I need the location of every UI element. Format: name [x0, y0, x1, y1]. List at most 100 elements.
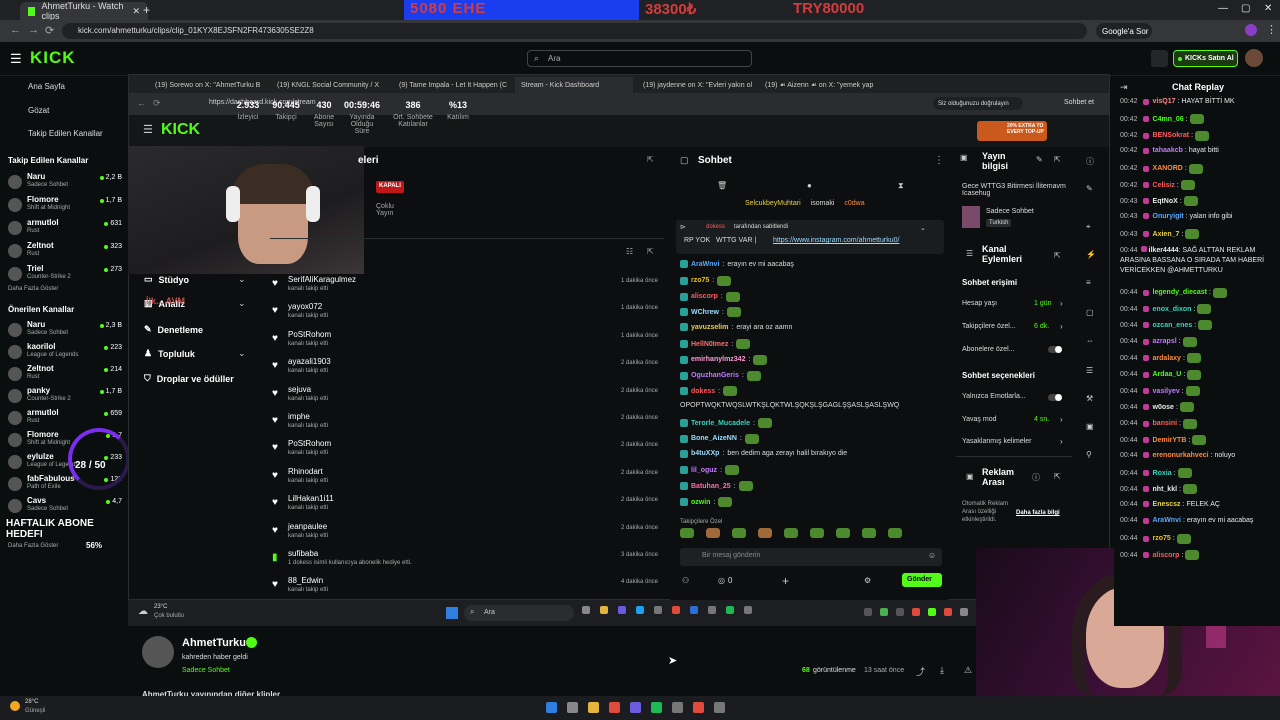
emote-icon[interactable] [888, 528, 902, 538]
chevron-right-icon[interactable]: › [1060, 322, 1063, 331]
collapse-icon[interactable]: ⇥ [1120, 82, 1128, 93]
outer-tab-active[interactable]: AhmetTurku - Watch clips ✕ [20, 1, 148, 21]
bolt-icon[interactable]: ⚡ [1086, 250, 1096, 259]
activity-user[interactable]: Rhinodart [288, 467, 323, 476]
slow-mode-value[interactable]: 4 sn. [1034, 416, 1049, 423]
google-ask-button[interactable]: Google'a Sor [1096, 23, 1152, 39]
replay-username[interactable]: bansini [1153, 420, 1178, 427]
promo-banner[interactable]: 20% EXTRA TO EVERY TOP-UP [977, 121, 1047, 141]
channel-row[interactable]: Naru Sadece Sohbet 2,2 B [8, 172, 122, 194]
app-icon[interactable] [744, 606, 752, 614]
chat-username[interactable]: Bone_AizeNN [691, 435, 737, 442]
menu-dots-icon[interactable]: ⋮ [1266, 23, 1277, 36]
replay-username[interactable]: rzo75 [1153, 535, 1171, 542]
task-view-icon[interactable] [567, 702, 578, 713]
pin-toggle-icon[interactable]: ⌄ [920, 224, 926, 232]
tray-icon[interactable] [880, 608, 888, 616]
channel-row[interactable]: panky Counter-Strike 2 1,7 B [8, 386, 122, 408]
chat-icon[interactable]: ▢ [1086, 308, 1094, 317]
maximize-icon[interactable]: ▢ [1241, 3, 1250, 14]
chat-menu-icon[interactable]: ⋮ [934, 155, 944, 166]
tray-icon[interactable] [928, 608, 936, 616]
replay-username[interactable]: AraWnvi [1153, 517, 1181, 524]
activity-user[interactable]: 88_Edwin [288, 576, 323, 585]
replay-username[interactable]: ilker4444 [1149, 247, 1179, 254]
replay-username[interactable]: enox_dixon [1153, 306, 1192, 313]
buy-kicks-button[interactable]: KICKs Satın Al [1173, 50, 1238, 67]
share-icon[interactable]: ⤴ [916, 665, 925, 678]
activity-user[interactable]: jeanpaulee [288, 522, 327, 531]
emotes-only-toggle[interactable] [1048, 394, 1062, 401]
channel-row[interactable]: armutlol Rust 659 [8, 408, 122, 430]
hamburger-menu-icon[interactable]: ☰ [10, 51, 22, 67]
channel-row[interactable]: Zeltnot Rust 214 [8, 364, 122, 386]
channel-row[interactable]: Zeltnot Rust 323 [8, 241, 122, 263]
spotify-icon[interactable] [726, 606, 734, 614]
task-view-icon[interactable] [582, 606, 590, 614]
wrench-icon[interactable]: ⚒ [1086, 394, 1093, 403]
list-icon[interactable]: ≡ [1086, 278, 1091, 287]
replay-username[interactable]: DemirYTB [1153, 437, 1187, 444]
reload-icon[interactable]: ⟳ [45, 24, 54, 37]
channel-row[interactable]: armutlol Rust 631 [8, 218, 122, 240]
emote-icon[interactable] [758, 528, 772, 538]
top-user-2[interactable]: isomaki [811, 200, 835, 207]
chat-username[interactable]: b4tuXXp [691, 450, 719, 457]
discord-icon[interactable] [618, 606, 626, 614]
profile-avatar[interactable] [1245, 24, 1257, 36]
account-age-value[interactable]: 1 gün [1034, 300, 1052, 307]
replay-username[interactable]: nht_kkl [1153, 486, 1178, 493]
replay-username[interactable]: tahaakcb [1153, 147, 1183, 154]
replay-username[interactable]: EqtNoX [1153, 198, 1178, 205]
chat-username[interactable]: emirhanylmz342 [691, 356, 745, 363]
chrome-icon[interactable] [609, 702, 620, 713]
replay-username[interactable]: Roxia [1153, 470, 1172, 477]
channel-row[interactable]: Triel Counter-Strike 2 273 [8, 264, 122, 286]
chat-username[interactable]: rzo75 [691, 277, 709, 284]
replay-username[interactable]: vasilyev [1153, 388, 1180, 395]
emote-icon[interactable] [862, 528, 876, 538]
emote-icon[interactable] [706, 528, 720, 538]
app-icon[interactable] [672, 702, 683, 713]
inner-back-icon[interactable]: ← [137, 98, 146, 108]
url-field[interactable]: kick.com/ahmetturku/clips/clip_01KYX8EJS… [62, 23, 1087, 39]
nav-home[interactable]: Ana Sayfa [28, 82, 65, 91]
app-icon[interactable] [693, 702, 704, 713]
replay-username[interactable]: ozcan_enes [1153, 322, 1193, 329]
spotify-icon[interactable] [651, 702, 662, 713]
tray-icon[interactable] [912, 608, 920, 616]
pen-icon[interactable]: ✎ [1086, 184, 1093, 193]
chat-username[interactable]: AraWnvi [691, 261, 719, 268]
chevron-right-icon[interactable]: › [1060, 299, 1063, 308]
replay-username[interactable]: aliscorp [1153, 552, 1180, 559]
nav-browse[interactable]: Gözat [28, 106, 49, 115]
replay-username[interactable]: ardalaxy [1153, 355, 1181, 362]
forward-icon[interactable]: → [28, 24, 39, 36]
edge-icon[interactable] [636, 606, 644, 614]
inner-tab[interactable]: (19) jaydenne on X: "Evleri yakın ol [637, 77, 755, 93]
top-user-3[interactable]: c0dwa [844, 200, 864, 207]
app-icon[interactable] [654, 606, 662, 614]
channel-row[interactable]: Cavs Sadece Sohbet 4,7 [8, 496, 122, 518]
replay-username[interactable]: w0ose [1153, 404, 1174, 411]
discord-icon[interactable] [630, 702, 641, 713]
tray-icon[interactable] [896, 608, 904, 616]
ad-more-link[interactable]: Daha fazla bilgi [1016, 510, 1060, 516]
info-circle-icon[interactable]: ⓘ [1032, 472, 1040, 483]
dash-menu-icon[interactable]: ☰ [143, 123, 153, 136]
chat-username[interactable]: ozwin [691, 499, 710, 506]
user-avatar[interactable] [1245, 49, 1263, 67]
emote-icon[interactable] [836, 528, 850, 538]
chat-username[interactable]: Terorle_Mucadele [691, 420, 750, 427]
app-icon[interactable] [714, 702, 725, 713]
search-input[interactable]: ⌕ Ara [527, 50, 752, 67]
chat-settings-icon[interactable]: ⚙ [864, 576, 871, 585]
share-icon[interactable]: ⚲ [1086, 450, 1092, 459]
back-icon[interactable]: ← [10, 24, 21, 36]
emote-icon[interactable] [680, 528, 694, 538]
emote-icon[interactable] [732, 528, 746, 538]
activity-user[interactable]: PoStRohom [288, 439, 331, 448]
activity-user[interactable]: PoStRohom [288, 330, 331, 339]
filter-icon[interactable]: ☷ [626, 247, 633, 256]
chat-username[interactable]: WChrew [691, 309, 719, 316]
